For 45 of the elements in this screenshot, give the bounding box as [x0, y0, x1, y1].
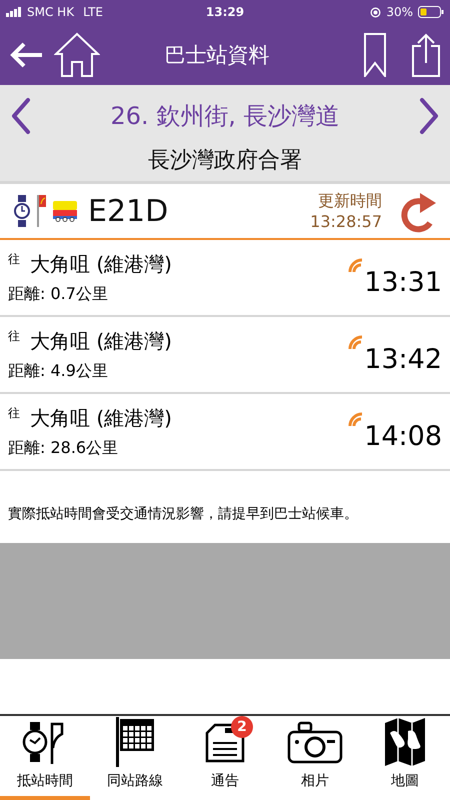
distance: 距離: 0.7公里 [8, 284, 109, 304]
tab[interactable]: 同站路線 [90, 716, 180, 800]
carrier-name: SMC HK [27, 5, 74, 19]
camera-icon [287, 720, 343, 764]
destination: 大角咀 (維港灣) [30, 328, 172, 354]
battery-percent: 30% [386, 5, 413, 19]
share-icon[interactable] [412, 32, 440, 76]
update-time: 13:28:57 [310, 212, 382, 231]
stop-name: 26. 欽州街, 長沙灣道 [110, 101, 340, 132]
notice-text: 實際抵站時間會受交通情況影響，請提早到巴士站候車。 [7, 505, 359, 523]
previous-icon[interactable] [10, 97, 32, 135]
document-icon [205, 721, 245, 763]
next-icon[interactable] [418, 97, 440, 135]
update-label: 更新時間 [318, 191, 382, 212]
back-icon[interactable] [10, 42, 44, 68]
status-time: 13:29 [206, 5, 244, 19]
watch-icon [14, 195, 30, 227]
rotation-lock-icon [370, 6, 382, 18]
bus-icon [52, 200, 78, 222]
destination: 大角咀 (維港灣) [30, 250, 172, 278]
map-icon [384, 717, 426, 767]
direction-label: 往 [8, 328, 20, 344]
tab[interactable]: 抵站時間 [0, 716, 90, 800]
tab[interactable]: 相片 [270, 716, 360, 800]
arrival-time: 13:42 [364, 344, 442, 375]
distance: 距離: 28.6公里 [8, 438, 120, 458]
arrival-time: 14:08 [364, 421, 442, 452]
distance: 距離: 4.9公里 [8, 360, 109, 382]
destination: 大角咀 (維港灣) [30, 404, 172, 432]
direction-label: 往 [8, 404, 20, 422]
battery-icon [418, 6, 444, 18]
tab[interactable]: 地圖 [360, 716, 450, 800]
notification-badge: 2 [231, 716, 253, 738]
direction-label: 往 [8, 250, 20, 268]
bus-stop-sign-icon [36, 195, 46, 227]
stop-landmark: 長沙灣政府合署 [148, 147, 302, 175]
network-type: LTE [83, 5, 104, 19]
signal-icon [6, 7, 22, 17]
bookmark-icon[interactable] [364, 32, 386, 76]
timetable-flag-icon [114, 717, 156, 767]
tab[interactable]: 2 通告 [180, 716, 270, 800]
page-title: 巴士站資料 [164, 42, 270, 68]
arrival-time: 13:31 [364, 267, 442, 298]
home-icon[interactable] [54, 32, 100, 78]
route-number: E21D [88, 194, 170, 228]
